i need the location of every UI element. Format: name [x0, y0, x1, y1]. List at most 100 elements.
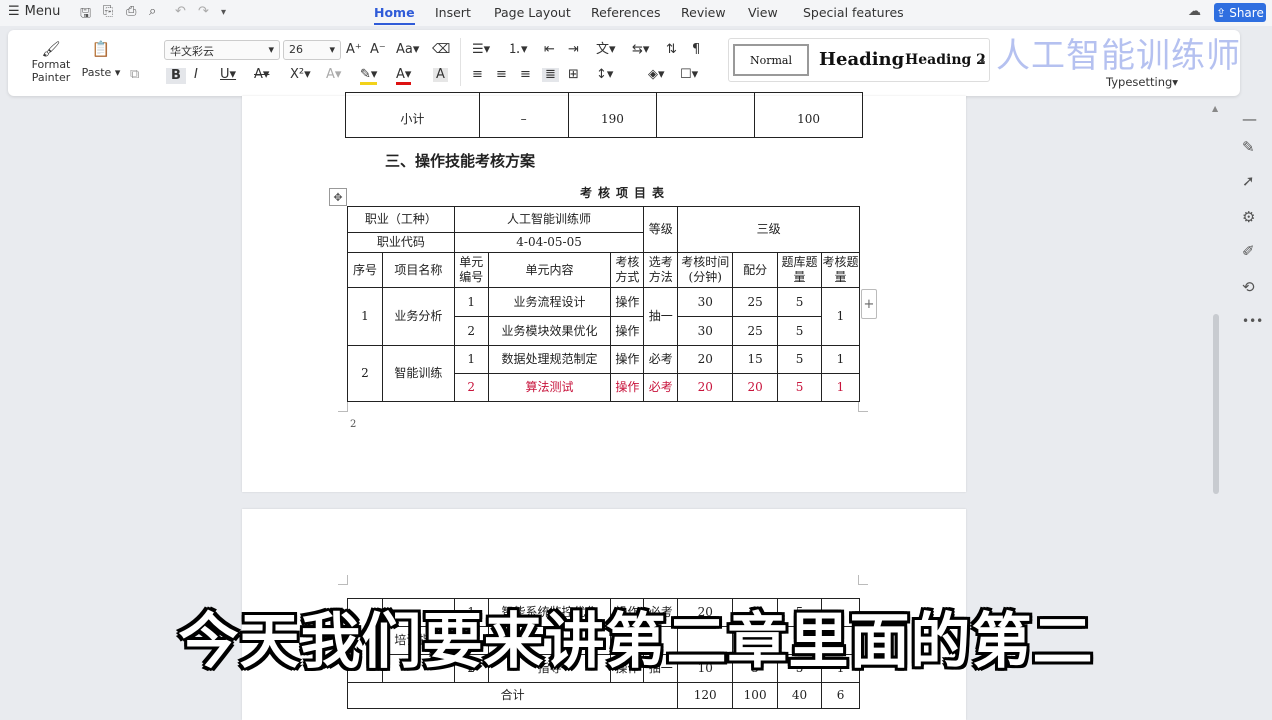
table-cell[interactable]: 20 — [677, 345, 734, 374]
table-header-cell[interactable]: 单元内容 — [487, 252, 612, 288]
tab-home[interactable]: Home — [374, 5, 415, 25]
align-center-icon[interactable]: ≡ — [496, 68, 507, 82]
section-heading[interactable]: 三、操作技能考核方案 — [385, 150, 535, 171]
table-cell[interactable]: 6 — [821, 682, 860, 709]
table-cell[interactable]: 120 — [677, 682, 734, 709]
copy-icon[interactable]: ⧉ — [130, 68, 139, 82]
table-cell[interactable]: 业务模块效果优化 — [487, 316, 612, 346]
borders-icon[interactable]: ☐▾ — [680, 68, 698, 82]
table-cell[interactable]: 25 — [732, 316, 779, 346]
add-column-button[interactable]: + — [861, 289, 877, 319]
table-cell[interactable]: 智能训练 — [381, 345, 455, 402]
table-row[interactable]: 2 智能训练 1 数据处理规范制定 操作 必考 20 15 5 1 — [347, 345, 860, 402]
clear-format-icon[interactable]: ⌫ — [432, 43, 450, 57]
align-left-icon[interactable]: ≡ — [472, 68, 483, 82]
shading-icon[interactable]: ◈▾ — [648, 68, 665, 82]
style-heading-2[interactable]: Heading 2 — [905, 52, 986, 68]
show-marks-icon[interactable]: ¶ — [692, 43, 700, 57]
table-cell[interactable]: 必考 — [643, 345, 679, 374]
table-cell[interactable]: 抽一 — [643, 287, 679, 346]
superscript-icon[interactable]: X²▾ — [290, 68, 311, 82]
table-cell[interactable]: 操作 — [610, 316, 645, 346]
font-color-icon[interactable]: A▾ — [396, 68, 412, 85]
bullet-list-icon[interactable]: ☰▾ — [472, 43, 490, 57]
table-cell[interactable]: 操作 — [610, 345, 645, 374]
table-cell[interactable]: 40 — [777, 682, 823, 709]
char-shading-icon[interactable]: A — [433, 68, 448, 82]
table-cell[interactable]: 5 — [777, 373, 822, 402]
print-preview-icon[interactable]: ⌕ — [149, 4, 156, 19]
redo-icon[interactable]: ↷ — [198, 4, 209, 19]
table-cell[interactable]: 20 — [732, 373, 779, 402]
text-effect-icon[interactable]: A▾ — [326, 68, 341, 82]
table-cell[interactable]: 20 — [677, 373, 734, 402]
strikethrough-icon[interactable]: A▾ — [254, 68, 269, 82]
table-cell[interactable]: 15 — [732, 345, 779, 374]
typesetting-button[interactable]: Typesetting▾ — [1106, 75, 1178, 89]
main-menu-button[interactable]: ☰ Menu — [8, 4, 60, 19]
table-cell[interactable]: 等级 — [643, 206, 679, 253]
change-case-icon[interactable]: Aa▾ — [396, 43, 419, 57]
table-cell[interactable]: 职业代码 — [347, 232, 455, 253]
table-cell[interactable]: 1 — [453, 287, 489, 317]
style-heading[interactable]: Heading — [819, 49, 904, 70]
undo-icon[interactable]: ↶ — [175, 4, 186, 19]
table-header-cell[interactable]: 配分 — [732, 252, 779, 288]
table-move-handle-icon[interactable]: ✥ — [329, 188, 347, 206]
table-cell[interactable]: 业务流程设计 — [487, 287, 612, 317]
table-cell[interactable]: 5 — [777, 316, 822, 346]
tab-review[interactable]: Review — [681, 5, 726, 20]
table-cell[interactable] — [656, 92, 756, 138]
table-header-cell[interactable]: 序号 — [347, 252, 383, 288]
table-header-cell[interactable]: 考核方式 — [610, 252, 645, 288]
style-more-icon[interactable]: ▾ — [980, 55, 985, 69]
table-cell[interactable]: 必考 — [643, 373, 679, 402]
sort-icon[interactable]: ⇅ — [666, 43, 677, 57]
tab-page-layout[interactable]: Page Layout — [494, 5, 571, 20]
vertical-scrollbar[interactable] — [1213, 314, 1219, 494]
distribute-icon[interactable]: ⊞ — [568, 68, 579, 82]
table-cell[interactable]: 100 — [754, 92, 863, 138]
table-cell[interactable]: 190 — [567, 92, 658, 138]
table-cell[interactable]: 1 — [821, 287, 860, 346]
table-cell[interactable]: 1 — [453, 345, 489, 374]
history-icon[interactable]: ⟲ — [1242, 278, 1255, 296]
table-header-row[interactable]: 序号 项目名称 单元编号 单元内容 考核方式 选考方法 考核时间(分钟) 配分 … — [347, 252, 860, 288]
table-cell[interactable]: 30 — [677, 316, 734, 346]
table-header-cell[interactable]: 考核题量 — [821, 252, 860, 288]
italic-icon[interactable]: I — [194, 68, 198, 82]
table-cell[interactable]: 4-04-05-05 — [453, 232, 645, 253]
increase-font-icon[interactable]: A⁺ — [346, 43, 362, 57]
table-header-cell[interactable]: 项目名称 — [381, 252, 455, 288]
font-name-select[interactable]: 华文彩云 ▾ — [164, 40, 280, 60]
highlight-icon[interactable]: ✎▾ — [360, 68, 378, 85]
tab-insert[interactable]: Insert — [435, 5, 471, 20]
table-cell[interactable]: 1 — [347, 287, 383, 346]
collapse-icon[interactable]: — — [1242, 110, 1257, 128]
table-title[interactable]: 考核项目表 — [580, 184, 670, 201]
table-row[interactable]: 小计 – 190 100 — [345, 92, 863, 138]
adjust-icon[interactable]: ⚙ — [1242, 208, 1255, 226]
more-icon[interactable]: ••• — [1242, 314, 1263, 328]
bold-icon[interactable]: B — [166, 68, 186, 84]
table-cell[interactable]: 30 — [677, 287, 734, 317]
table-cell[interactable]: – — [478, 92, 569, 138]
scroll-up-icon[interactable]: ▲ — [1212, 102, 1218, 116]
increase-indent-icon[interactable]: ⇥ — [568, 43, 579, 57]
edit-doc-icon[interactable]: ✐ — [1242, 242, 1255, 260]
print-icon[interactable]: ⎙ — [126, 4, 136, 19]
table-cell[interactable]: 三级 — [677, 206, 860, 253]
table-cell[interactable]: 业务分析 — [381, 287, 455, 346]
table-cell[interactable]: 5 — [777, 287, 822, 317]
table-cell[interactable]: 1 — [821, 345, 860, 374]
table-header-cell[interactable]: 题库题量 — [777, 252, 822, 288]
text-direction-icon[interactable]: ⇆▾ — [632, 43, 649, 57]
table-header-cell[interactable]: 选考方法 — [643, 252, 679, 288]
table-cell[interactable]: 小计 — [345, 92, 480, 138]
format-painter-button[interactable]: 🖌 Format Painter — [30, 40, 72, 84]
line-spacing-icon[interactable]: ↕▾ — [596, 68, 613, 82]
table-cell[interactable]: 100 — [732, 682, 779, 709]
table-cell[interactable]: 操作 — [610, 373, 645, 402]
table-cell[interactable]: 2 — [453, 373, 489, 402]
tab-special-features[interactable]: Special features — [803, 5, 904, 20]
